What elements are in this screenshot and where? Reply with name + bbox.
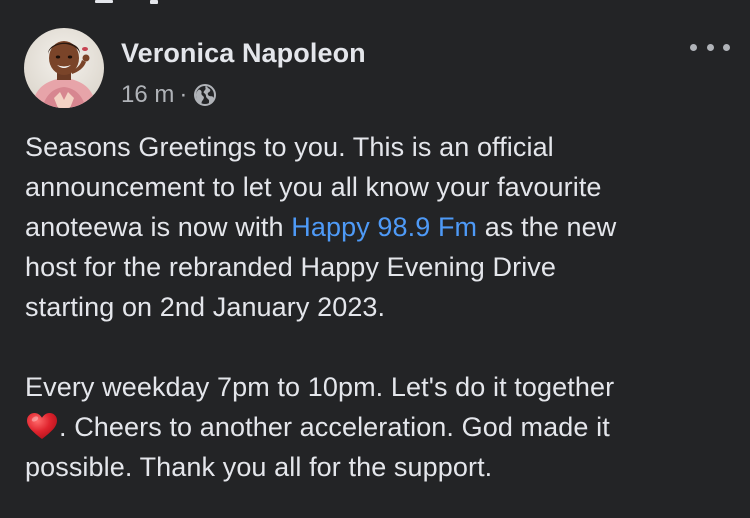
page-mention-link[interactable]: Happy 98.9 Fm <box>291 212 477 242</box>
post-text-line: anoteewa is now with Happy 98.9 Fm as th… <box>25 207 725 247</box>
meta-separator: · <box>179 81 188 108</box>
post-timestamp[interactable]: 16 m <box>121 81 174 109</box>
post-text-segment: anoteewa is now with <box>25 212 292 242</box>
post-body: Seasons Greetings to you. This is an off… <box>25 127 725 487</box>
post-text-line: starting on 2nd January 2023. <box>25 292 386 322</box>
globe-icon[interactable] <box>193 83 217 107</box>
post-text-line: host for the rebranded Happy Evening Dri… <box>25 252 557 282</box>
previous-content-edge <box>0 0 750 6</box>
post-text-line: . Cheers to another acceleration. God ma… <box>25 407 725 447</box>
post-text-line: possible. Thank you all for the support. <box>25 452 493 482</box>
more-dot <box>723 43 730 51</box>
post-text-line: Every weekday 7pm to 10pm. Let's do it t… <box>25 372 615 402</box>
heart-emoji-icon <box>25 411 59 441</box>
post-text-line: Seasons Greetings to you. This is an off… <box>25 132 554 162</box>
post-text-segment: as the new <box>477 212 617 242</box>
author-avatar[interactable] <box>24 28 104 108</box>
post-text-segment: . Cheers to another acceleration. God ma… <box>59 412 610 442</box>
more-dot <box>706 43 714 51</box>
post-text-line: announcement to let you all know your fa… <box>25 172 602 202</box>
post-card: Veronica Napoleon 16 m · Seasons Greetin… <box>0 0 750 518</box>
author-name[interactable]: Veronica Napoleon <box>121 38 366 69</box>
post-meta: 16 m · <box>121 80 217 110</box>
more-dot <box>690 43 697 51</box>
more-options-icon[interactable] <box>690 36 730 58</box>
